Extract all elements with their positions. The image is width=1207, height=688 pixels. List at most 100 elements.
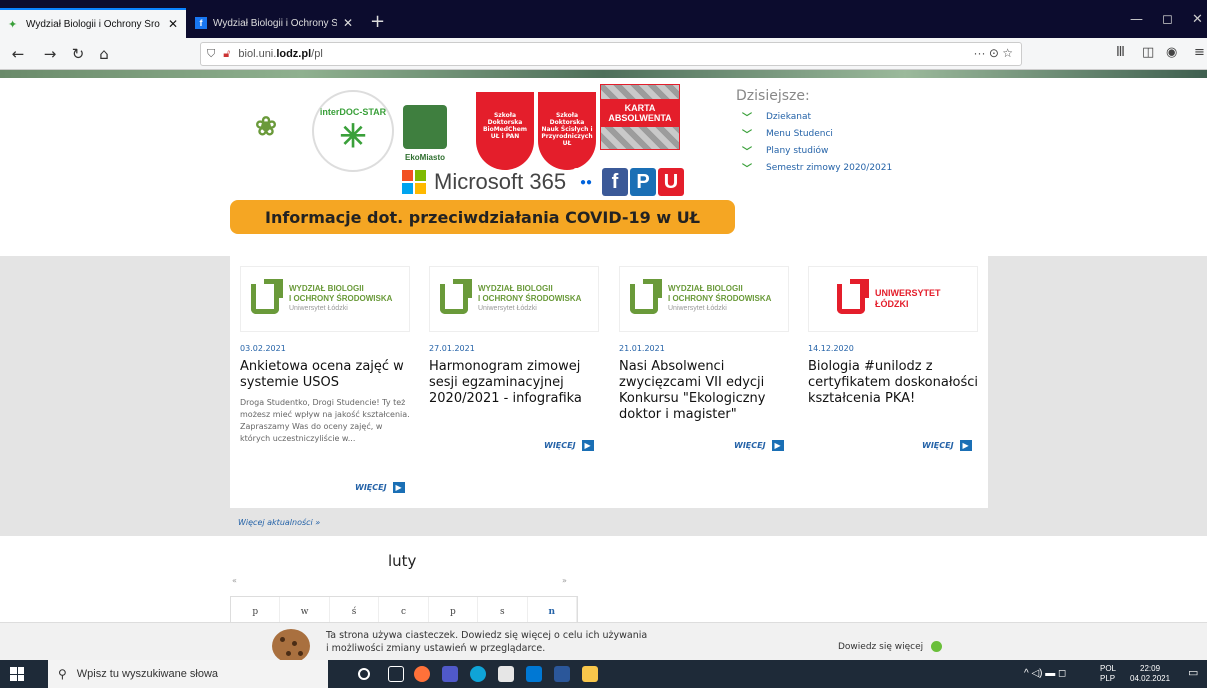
- logo-line: UNIWERSYTET: [875, 288, 941, 298]
- p-icon[interactable]: P: [630, 168, 656, 196]
- interdoc-logo[interactable]: interDOC-STAR ✳: [312, 90, 394, 172]
- menu-icon[interactable]: ≡: [1194, 45, 1205, 60]
- science-school-logo[interactable]: Szkoła Doktorska Nauk Ścisłych i Przyrod…: [538, 92, 596, 170]
- news-title[interactable]: Biologia #unilodz z certyfikatem doskona…: [808, 359, 978, 407]
- forward-button[interactable]: →: [40, 44, 60, 64]
- karta-absolwenta-logo[interactable]: KARTA ABSOLWENTA: [600, 84, 680, 150]
- arrow-right-icon: ▶: [392, 482, 405, 493]
- more-link[interactable]: WIĘCEJ ▶: [734, 440, 784, 451]
- all-news-link[interactable]: Więcej aktualności »: [238, 518, 320, 527]
- tab-facebook[interactable]: f Wydział Biologii i Ochrony Śro ✕: [187, 8, 361, 38]
- mail-icon[interactable]: [526, 666, 542, 682]
- facebook-icon[interactable]: f: [602, 168, 628, 196]
- edge-icon[interactable]: [470, 666, 486, 682]
- clock[interactable]: 22:09 04.02.2021: [1130, 664, 1170, 684]
- today-item-semestr[interactable]: ﹀ Semestr zimowy 2020/2021: [736, 159, 996, 176]
- news-list: WYDZIAŁ BIOLOGII I OCHRONY ŚRODOWISKA Un…: [230, 256, 988, 508]
- weekday: c: [379, 597, 429, 622]
- library-icon[interactable]: Ⅲ: [1116, 45, 1125, 60]
- today-panel: Dzisiejsze: ﹀ Dziekanat ﹀ Menu Studenci ﹀ P…: [736, 88, 996, 176]
- news-title[interactable]: Nasi Absolwenci zwycięzcami VII edycji K…: [619, 359, 789, 423]
- web-page: ❀ interDOC-STAR ✳ EkoMiasto Szkoła Dokto…: [0, 70, 1207, 622]
- tab-label: Wydział Biologii i Ochrony Śro: [26, 18, 160, 30]
- accept-icon[interactable]: [931, 641, 943, 652]
- ekomiasto-logo[interactable]: EkoMiasto: [400, 90, 450, 162]
- news-image[interactable]: UNIWERSYTET ŁÓDZKI: [808, 266, 978, 332]
- new-tab-button[interactable]: +: [370, 13, 385, 31]
- more-label: WIĘCEJ: [544, 441, 576, 450]
- logo-line: ŁÓDZKI: [875, 299, 909, 309]
- cortana-icon[interactable]: [358, 668, 370, 680]
- faculty-logo[interactable]: ❀: [226, 84, 306, 168]
- sidebar-icon[interactable]: ◫: [1142, 45, 1154, 60]
- tray-icons[interactable]: ^ ◁) ▬ ◻: [1024, 669, 1066, 679]
- calendar-prev-button[interactable]: «: [232, 576, 237, 585]
- browser-tab-strip: ✦ Wydział Biologii i Ochrony Śro ✕ f Wyd…: [0, 0, 1207, 38]
- tab-wydzial-biologii[interactable]: ✦ Wydział Biologii i Ochrony Śro ✕: [0, 8, 186, 38]
- home-icon[interactable]: ⌂: [94, 44, 114, 64]
- logo-line: I OCHRONY ŚRODOWISKA: [478, 294, 582, 303]
- close-tab-icon[interactable]: ✕: [168, 17, 178, 31]
- shield-icon[interactable]: ⛉: [207, 48, 215, 61]
- lang-line: PLP: [1100, 674, 1116, 683]
- cookie-learn-more-button[interactable]: Dowiedz się więcej: [838, 641, 943, 652]
- teams-icon[interactable]: [442, 666, 458, 682]
- logo-line: I OCHRONY ŚRODOWISKA: [668, 294, 772, 303]
- weekday: s: [478, 597, 528, 622]
- news-image[interactable]: WYDZIAŁ BIOLOGII I OCHRONY ŚRODOWISKA Un…: [619, 266, 789, 332]
- clock-time: 22:09: [1140, 664, 1161, 673]
- calendar-next-button[interactable]: »: [562, 576, 567, 585]
- arrow-right-icon: ▶: [959, 440, 972, 451]
- minimize-window-icon[interactable]: —: [1130, 12, 1143, 27]
- back-button[interactable]: ←: [8, 44, 28, 64]
- shield-label: Szkoła Doktorska BioMedChem UŁ i PAN: [482, 112, 528, 140]
- cookie-line: i możliwości zmiany ustawień w przegląda…: [326, 643, 546, 654]
- insecure-lock-icon[interactable]: 🔓︎: [223, 48, 230, 61]
- reload-icon[interactable]: ↻: [68, 44, 88, 64]
- word-icon[interactable]: [554, 666, 570, 682]
- more-link[interactable]: WIĘCEJ ▶: [355, 482, 405, 493]
- news-title[interactable]: Harmonogram zimowej sesji egzaminacyjnej…: [429, 359, 599, 407]
- ul-icon[interactable]: U: [658, 168, 684, 196]
- windows-start-icon[interactable]: [10, 667, 24, 681]
- address-bar[interactable]: ⛉ 🔓︎ biol.uni. lodz.pl/pl ··· ⊙ ☆: [200, 42, 1022, 66]
- maximize-window-icon[interactable]: ◻: [1162, 12, 1173, 27]
- today-item-plany-studiow[interactable]: ﹀ Plany studiów: [736, 142, 996, 159]
- file-explorer-icon[interactable]: [582, 666, 598, 682]
- today-item-dziekanat[interactable]: ﹀ Dziekanat: [736, 108, 996, 125]
- notifications-icon[interactable]: ▭: [1188, 668, 1198, 679]
- taskbar-search-input[interactable]: ⚲ Wpisz tu wyszukiwane słowa: [48, 660, 328, 688]
- page-actions-icons[interactable]: ··· ⊙ ☆: [974, 46, 1013, 60]
- account-icon[interactable]: ◉: [1166, 45, 1177, 60]
- store-icon[interactable]: [498, 666, 514, 682]
- language-indicator[interactable]: POL PLP: [1100, 664, 1116, 684]
- flickr-icon[interactable]: ●●: [573, 168, 599, 196]
- news-logo-text: WYDZIAŁ BIOLOGII I OCHRONY ŚRODOWISKA Un…: [478, 284, 581, 314]
- news-date: 21.01.2021: [619, 344, 665, 353]
- more-link[interactable]: WIĘCEJ ▶: [922, 440, 972, 451]
- firefox-icon[interactable]: [414, 666, 430, 682]
- news-date: 03.02.2021: [240, 344, 286, 353]
- covid-info-banner[interactable]: Informacje dot. przeciwdziałania COVID-1…: [230, 200, 735, 234]
- windows-taskbar: ⚲ Wpisz tu wyszukiwane słowa ^ ◁) ▬ ◻ PO…: [0, 660, 1207, 688]
- taskbar-search-placeholder: Wpisz tu wyszukiwane słowa: [76, 668, 219, 680]
- news-image[interactable]: WYDZIAŁ BIOLOGII I OCHRONY ŚRODOWISKA Un…: [240, 266, 410, 332]
- ekomiasto-label: EkoMiasto: [404, 153, 445, 162]
- today-item-menu-studenci[interactable]: ﹀ Menu Studenci: [736, 125, 996, 142]
- task-view-icon[interactable]: [388, 666, 404, 682]
- biomedchem-school-logo[interactable]: Szkoła Doktorska BioMedChem UŁ i PAN: [476, 92, 534, 170]
- arrow-right-icon: ▶: [581, 440, 594, 451]
- logo-line: Uniwersytet Łódzki: [289, 305, 348, 312]
- logo-line: WYDZIAŁ BIOLOGII: [289, 284, 364, 293]
- news-item: WYDZIAŁ BIOLOGII I OCHRONY ŚRODOWISKA Un…: [429, 266, 599, 506]
- close-tab-icon[interactable]: ✕: [343, 16, 353, 30]
- more-link[interactable]: WIĘCEJ ▶: [544, 440, 594, 451]
- news-item: UNIWERSYTET ŁÓDZKI 14.12.2020 Biologia #…: [808, 266, 978, 506]
- chevron-down-icon: ﹀: [742, 147, 752, 158]
- news-title[interactable]: Ankietowa ocena zajęć w systemie USOS: [240, 359, 410, 391]
- microsoft-365-link[interactable]: Microsoft 365: [402, 168, 566, 196]
- tab-label: Wydział Biologii i Ochrony Śro: [213, 17, 337, 29]
- close-window-icon[interactable]: ✕: [1192, 12, 1203, 27]
- more-label: WIĘCEJ: [355, 483, 387, 492]
- news-image[interactable]: WYDZIAŁ BIOLOGII I OCHRONY ŚRODOWISKA Un…: [429, 266, 599, 332]
